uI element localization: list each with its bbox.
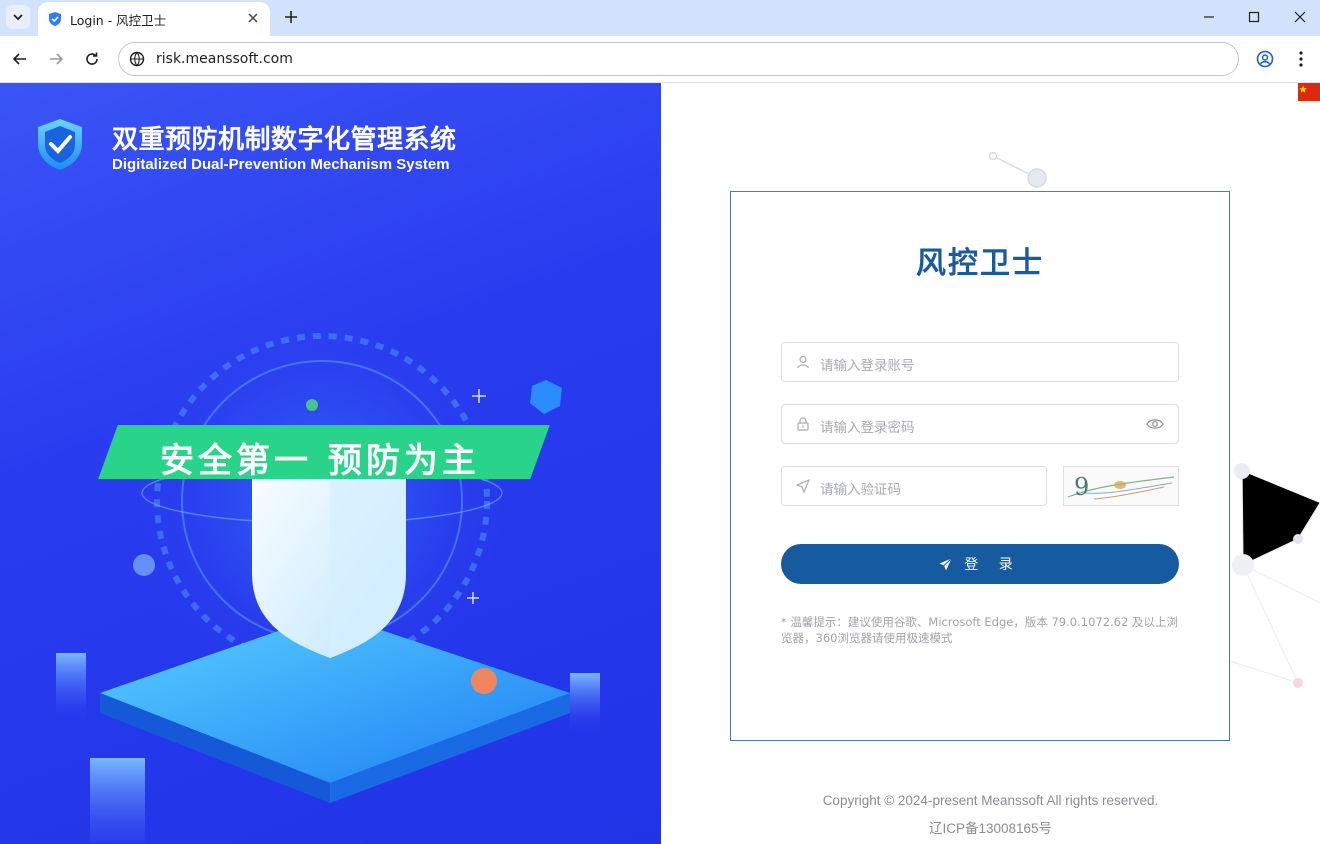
paper-plane-icon: [939, 557, 953, 570]
minimize-icon: [1204, 16, 1214, 18]
close-tab-icon[interactable]: [246, 11, 260, 25]
close-window-button[interactable]: [1289, 6, 1311, 28]
maximize-icon: [1248, 11, 1260, 23]
slogan-text: 安全第一 预防为主: [160, 441, 480, 481]
icp-link[interactable]: 辽ICP备13008165号: [661, 817, 1320, 837]
plus-icon: [285, 11, 297, 23]
maximize-button[interactable]: [1243, 6, 1265, 28]
security-shield-illustration: [56, 311, 600, 843]
eye-icon[interactable]: [1146, 417, 1164, 431]
account-input[interactable]: 请输入登录账号: [781, 342, 1179, 382]
account-placeholder: 请输入登录账号: [820, 358, 915, 374]
chevron-down-icon: [13, 14, 23, 21]
profile-icon: [1256, 50, 1274, 68]
login-button-label: 登 录: [964, 557, 1021, 573]
kebab-menu-icon: [1299, 51, 1303, 67]
back-button[interactable]: [8, 47, 32, 71]
login-page: 双重预防机制数字化管理系统 Digitalized Dual-Preventio…: [0, 83, 1320, 844]
hero-panel: 双重预防机制数字化管理系统 Digitalized Dual-Preventio…: [0, 83, 661, 844]
tab-search-button[interactable]: [6, 5, 30, 29]
login-form-card: 风控卫士 请输入登录账号 请输入登录密码 请输入验证码 9 登 录 * 温馨提示…: [730, 191, 1230, 741]
arrow-left-icon: [12, 53, 26, 65]
browser-tab-bar: Login - 风控卫士: [0, 0, 1320, 36]
address-bar[interactable]: risk.meanssoft.com: [118, 42, 1239, 76]
lock-icon: [797, 417, 809, 431]
close-icon: [1294, 11, 1306, 23]
captcha-text: 9: [1074, 473, 1090, 501]
captcha-image[interactable]: 9: [1063, 466, 1179, 506]
tab-title: Login - 风控卫士: [70, 13, 167, 28]
password-placeholder: 请输入登录密码: [820, 420, 915, 436]
captcha-input[interactable]: 请输入验证码: [781, 466, 1047, 506]
password-input[interactable]: 请输入登录密码: [781, 404, 1179, 444]
copyright-text: Copyright © 2024-present Meanssoft All r…: [822, 793, 1159, 808]
system-title-en: Digitalized Dual-Prevention Mechanism Sy…: [112, 156, 450, 173]
system-title-cn: 双重预防机制数字化管理系统: [112, 125, 457, 155]
captcha-placeholder: 请输入验证码: [820, 482, 901, 498]
browser-tip: * 温馨提示：建议使用谷歌、Microsoft Edge，版本 79.0.107…: [781, 615, 1178, 645]
reload-button[interactable]: [80, 47, 104, 71]
reload-icon: [86, 52, 98, 65]
site-info-icon[interactable]: [129, 51, 145, 67]
forward-button[interactable]: [44, 47, 68, 71]
browser-menu-button[interactable]: [1289, 47, 1313, 71]
login-button[interactable]: 登 录: [781, 544, 1179, 584]
login-title: 风控卫士: [916, 246, 1044, 281]
user-icon: [796, 355, 810, 369]
arrow-right-icon: [50, 53, 64, 65]
browser-tab[interactable]: Login - 风控卫士: [38, 2, 270, 36]
new-tab-button[interactable]: [280, 6, 302, 28]
login-panel: 风控卫士 请输入登录账号 请输入登录密码 请输入验证码 9 登 录 * 温馨提示…: [661, 83, 1320, 844]
url-text: risk.meanssoft.com: [156, 51, 293, 67]
profile-button[interactable]: [1253, 47, 1277, 71]
shield-favicon-icon: [49, 12, 61, 26]
browser-toolbar: risk.meanssoft.com: [0, 36, 1320, 83]
shield-check-logo-icon: [38, 119, 82, 170]
minimize-button[interactable]: [1198, 6, 1220, 28]
send-icon: [796, 479, 810, 493]
